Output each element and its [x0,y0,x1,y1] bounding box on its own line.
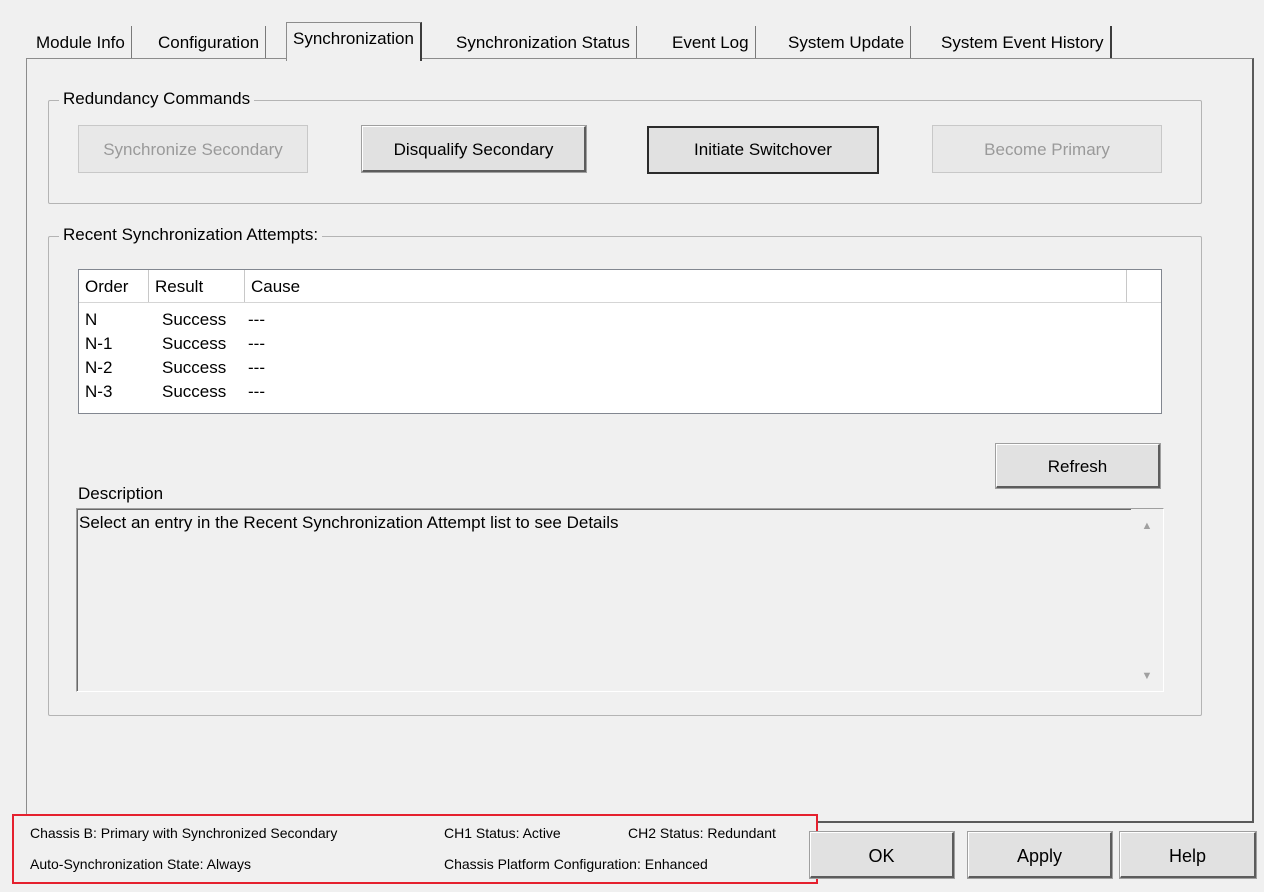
description-text: Select an entry in the Recent Synchroniz… [79,513,619,532]
row-result: Success [162,310,227,329]
scroll-up-arrow-icon[interactable]: ▲ [1131,513,1163,539]
row-cause: --- [248,334,265,353]
ch2-status-text: CH2 Status: Redundant [628,825,776,841]
scroll-down-arrow-icon[interactable]: ▼ [1131,663,1163,689]
ok-button[interactable]: OK [809,831,955,879]
row-cause: --- [248,382,265,401]
synchronize-secondary-button[interactable]: Synchronize Secondary [78,125,308,173]
row-order: N-3 [85,382,113,401]
list-header: Order Result Cause [79,270,1161,303]
chassis-status-text: Chassis B: Primary with Synchronized Sec… [30,825,338,841]
refresh-button[interactable]: Refresh [995,443,1161,489]
description-scrollbar[interactable]: ▲ ▼ [1131,509,1163,691]
ch1-status-text: CH1 Status: Active [444,825,561,841]
sync-attempts-list[interactable]: Order Result Cause N Success --- N-1 Suc… [78,269,1162,414]
tab-event-log[interactable]: Event Log [666,26,756,59]
tab-system-event-history[interactable]: System Event History [935,26,1112,59]
tab-synchronization[interactable]: Synchronization [286,22,422,61]
row-cause: --- [248,310,265,329]
redundancy-commands-title: Redundancy Commands [59,89,255,109]
column-header-cause[interactable]: Cause [245,270,1127,302]
tab-configuration[interactable]: Configuration [152,26,267,59]
apply-button[interactable]: Apply [967,831,1113,879]
tab-system-update[interactable]: System Update [782,26,912,59]
description-label: Description [78,484,164,503]
row-order: N-2 [85,358,113,377]
row-result: Success [162,334,227,353]
column-header-result[interactable]: Result [149,270,245,302]
tab-strip: Module Info Configuration Synchronizatio… [30,22,1150,61]
table-row[interactable]: N-2 Success --- [79,356,1161,379]
row-cause: --- [248,358,265,377]
chassis-status-area: Chassis B: Primary with Synchronized Sec… [12,814,818,884]
become-primary-button[interactable]: Become Primary [932,125,1162,173]
platform-config-text: Chassis Platform Configuration: Enhanced [444,856,708,872]
disqualify-secondary-button[interactable]: Disqualify Secondary [361,125,587,173]
table-row[interactable]: N Success --- [79,308,1161,331]
row-result: Success [162,382,227,401]
tab-module-info[interactable]: Module Info [30,26,132,59]
description-textbox[interactable]: Select an entry in the Recent Synchroniz… [76,508,1164,692]
column-header-order[interactable]: Order [79,270,149,302]
table-row[interactable]: N-3 Success --- [79,380,1161,403]
auto-sync-state-text: Auto-Synchronization State: Always [30,856,252,872]
redundancy-commands-group: Redundancy Commands Synchronize Secondar… [48,89,1202,204]
initiate-switchover-button[interactable]: Initiate Switchover [647,126,879,174]
recent-sync-attempts-title: Recent Synchronization Attempts: [59,225,323,245]
column-header-filler [1127,270,1161,302]
row-order: N [85,310,98,329]
help-button[interactable]: Help [1119,831,1257,879]
tab-synchronization-status[interactable]: Synchronization Status [450,26,637,59]
row-result: Success [162,358,227,377]
table-row[interactable]: N-1 Success --- [79,332,1161,355]
row-order: N-1 [85,334,113,353]
